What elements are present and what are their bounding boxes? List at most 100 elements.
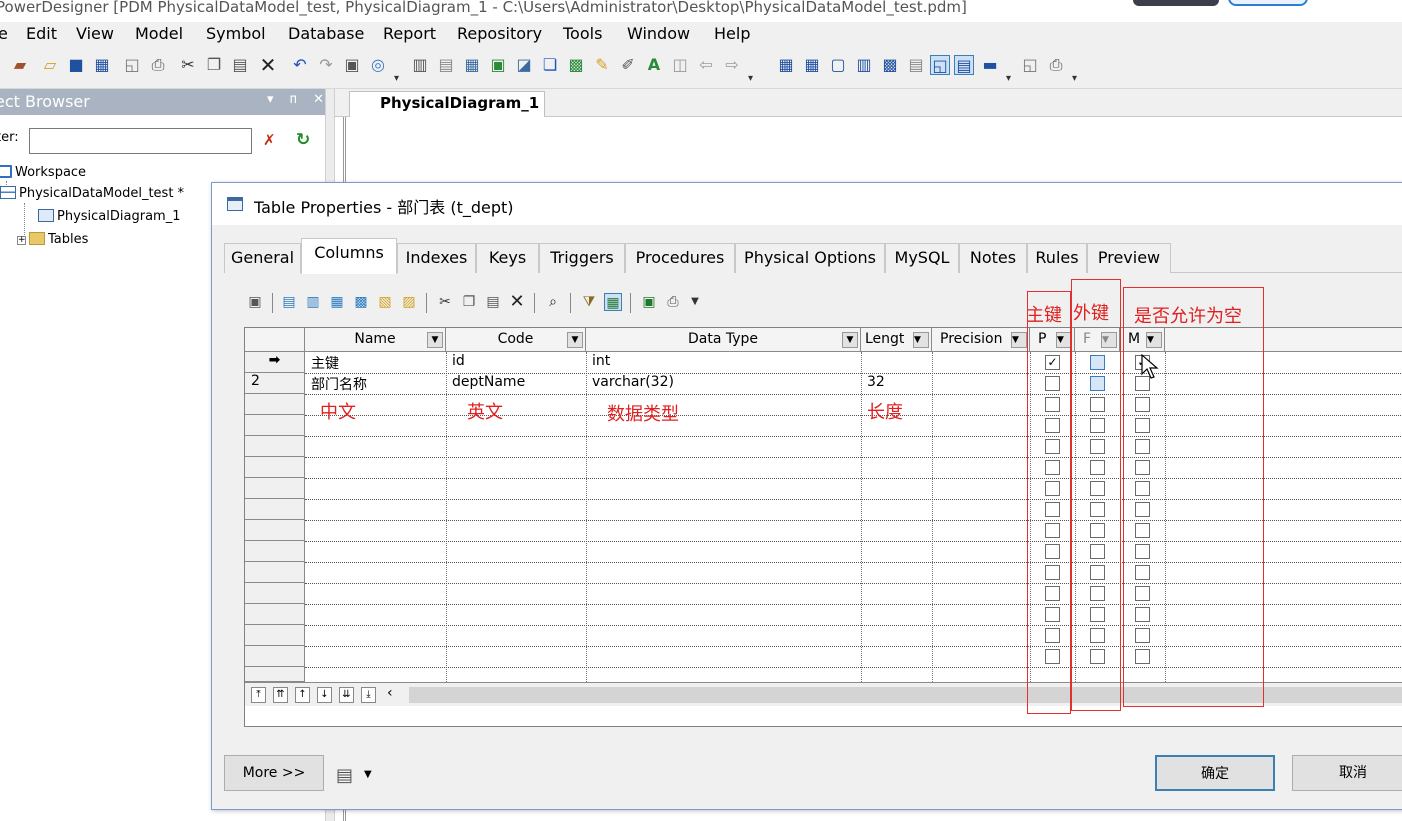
menu-repository[interactable]: Repository xyxy=(457,24,542,43)
tool-j-icon[interactable]: ⇨ xyxy=(722,55,742,75)
tool-p-icon[interactable]: ▤ xyxy=(906,55,926,75)
menu-help[interactable]: Help xyxy=(714,24,750,43)
tool-c-icon[interactable]: ▦ xyxy=(462,55,482,75)
redo-icon[interactable]: ↷ xyxy=(316,55,336,75)
menu-symbol[interactable]: Symbol xyxy=(206,24,266,43)
save-all-icon[interactable]: ▦ xyxy=(92,55,112,75)
paste-icon[interactable]: ▤ xyxy=(230,55,250,75)
more-button[interactable]: More >> xyxy=(224,755,324,791)
cell-name[interactable]: 部门名称 xyxy=(305,373,446,394)
undo-icon[interactable]: ↶ xyxy=(290,55,310,75)
replicate-icon[interactable]: ▨ xyxy=(400,293,418,311)
new-model-icon[interactable]: ▰ xyxy=(10,55,30,75)
brush-icon[interactable]: ✐ xyxy=(618,55,638,75)
filter-icon[interactable]: ⧩ xyxy=(580,293,598,311)
copy-icon[interactable]: ❐ xyxy=(204,55,224,75)
cell-length[interactable] xyxy=(861,352,932,373)
tool-q-icon[interactable]: ◱ xyxy=(930,55,950,75)
filter-input[interactable] xyxy=(29,128,252,154)
dropdown-icon[interactable]: ▼ xyxy=(842,332,858,348)
print-dropdown-icon[interactable]: ▼ xyxy=(364,769,372,780)
tree-item-tables[interactable]: + Tables xyxy=(17,232,88,247)
tool-n-icon[interactable]: ▥ xyxy=(854,55,874,75)
tab-procedures[interactable]: Procedures xyxy=(625,243,735,273)
pencil-icon[interactable]: ✎ xyxy=(592,55,612,75)
print-2-icon[interactable]: ⎙ xyxy=(1046,55,1066,75)
row-header[interactable] xyxy=(245,646,305,667)
add-row-icon[interactable]: ▤ xyxy=(280,293,298,311)
properties-icon[interactable]: ▣ xyxy=(342,55,362,75)
move-to-top-icon[interactable]: ⤒ xyxy=(251,687,266,703)
zoom-icon[interactable]: ◱ xyxy=(1020,55,1040,75)
menu-model[interactable]: Model xyxy=(135,24,183,43)
menu-database[interactable]: Database xyxy=(288,24,364,43)
page-up-icon[interactable]: ⇈ xyxy=(273,687,288,703)
clear-filter-icon[interactable]: ✗ xyxy=(263,131,276,149)
tool-i-icon[interactable]: ⇦ xyxy=(696,55,716,75)
font-icon[interactable]: A xyxy=(644,55,664,75)
tool-r-icon[interactable]: ▤ xyxy=(954,55,974,75)
row-header[interactable] xyxy=(245,415,305,436)
tab-notes[interactable]: Notes xyxy=(959,243,1027,273)
tree-item-diagram[interactable]: PhysicalDiagram_1 xyxy=(38,209,180,224)
tab-rules[interactable]: Rules xyxy=(1027,243,1087,273)
add-columns-icon[interactable]: ▦ xyxy=(328,293,346,311)
tab-preview[interactable]: Preview xyxy=(1087,243,1171,273)
cell-length[interactable]: 32 xyxy=(861,373,932,394)
insert-row-icon[interactable]: ▥ xyxy=(304,293,322,311)
tab-mysql[interactable]: MySQL xyxy=(885,243,959,273)
copy-icon[interactable]: ❐ xyxy=(460,293,478,311)
scroll-left-icon[interactable]: ‹ xyxy=(387,685,393,701)
row-header[interactable] xyxy=(245,625,305,646)
object-browser-controls[interactable]: ▾ ᴨ ✕ xyxy=(267,92,330,107)
menu-file[interactable]: e xyxy=(0,24,8,43)
menu-report[interactable]: Report xyxy=(383,24,436,43)
delete-icon[interactable]: ✕ xyxy=(508,293,526,311)
tool-b-icon[interactable]: ▤ xyxy=(436,55,456,75)
reuse-columns-icon[interactable]: ▩ xyxy=(352,293,370,311)
tab-columns[interactable]: Columns xyxy=(301,238,397,274)
cell-data-type[interactable]: varchar(32) xyxy=(586,373,861,394)
tool-k-icon[interactable]: ▦ xyxy=(776,55,796,75)
customize-columns-icon[interactable]: ▦ xyxy=(604,293,622,311)
page-down-icon[interactable]: ⇊ xyxy=(339,687,354,703)
print-icon[interactable]: ▤ xyxy=(336,765,353,786)
tab-physical-diagram[interactable]: PhysicalDiagram_1 xyxy=(349,91,545,118)
find-icon[interactable]: ⌕ xyxy=(544,293,562,311)
tool-l-icon[interactable]: ▦ xyxy=(802,55,822,75)
tool-m-icon[interactable]: ▢ xyxy=(828,55,848,75)
print-icon[interactable]: ⎙ xyxy=(664,293,682,311)
column-header-name[interactable]: Name ▼ xyxy=(305,328,446,352)
move-up-icon[interactable]: ↑ xyxy=(295,687,310,703)
dropdown-icon[interactable]: ▼ xyxy=(427,332,443,348)
print-icon[interactable]: ⎙ xyxy=(148,55,168,75)
column-header-length[interactable]: Lengt ▼ xyxy=(861,328,932,352)
tool-f-icon[interactable]: ❏ xyxy=(540,55,560,75)
dropdown-icon[interactable]: ▼ xyxy=(1011,332,1027,348)
menu-tools[interactable]: Tools xyxy=(563,24,602,43)
cancel-button[interactable]: 取消 xyxy=(1292,755,1402,791)
toolbar-overflow-2[interactable]: ▾ xyxy=(748,73,753,84)
tab-general[interactable]: General xyxy=(224,243,301,273)
row-header[interactable] xyxy=(245,667,305,682)
column-header-code[interactable]: Code ▼ xyxy=(446,328,586,352)
delete-icon[interactable]: ✕ xyxy=(258,55,278,75)
menu-edit[interactable]: Edit xyxy=(26,24,57,43)
dropdown-icon[interactable]: ▼ xyxy=(913,332,929,348)
tool-a-icon[interactable]: ▥ xyxy=(410,55,430,75)
row-header[interactable] xyxy=(245,457,305,478)
row-header[interactable] xyxy=(245,520,305,541)
open-icon[interactable]: ▱ xyxy=(40,55,60,75)
move-to-bottom-icon[interactable]: ⤓ xyxy=(361,687,376,703)
row-header[interactable] xyxy=(245,394,305,415)
cell-code[interactable]: id xyxy=(446,352,586,373)
cut-icon[interactable]: ✂ xyxy=(178,55,198,75)
tool-g-icon[interactable]: ▩ xyxy=(566,55,586,75)
row-header[interactable] xyxy=(245,436,305,457)
toolbar-overflow[interactable]: ▾ xyxy=(394,73,399,84)
refresh-icon[interactable]: ↻ xyxy=(296,130,310,150)
toolbar-overflow-3[interactable]: ▾ xyxy=(1006,73,1011,84)
tool-h-icon[interactable]: ◫ xyxy=(670,55,690,75)
row-header[interactable] xyxy=(245,499,305,520)
tree-item-model[interactable]: PhysicalDataModel_test * xyxy=(0,186,184,201)
